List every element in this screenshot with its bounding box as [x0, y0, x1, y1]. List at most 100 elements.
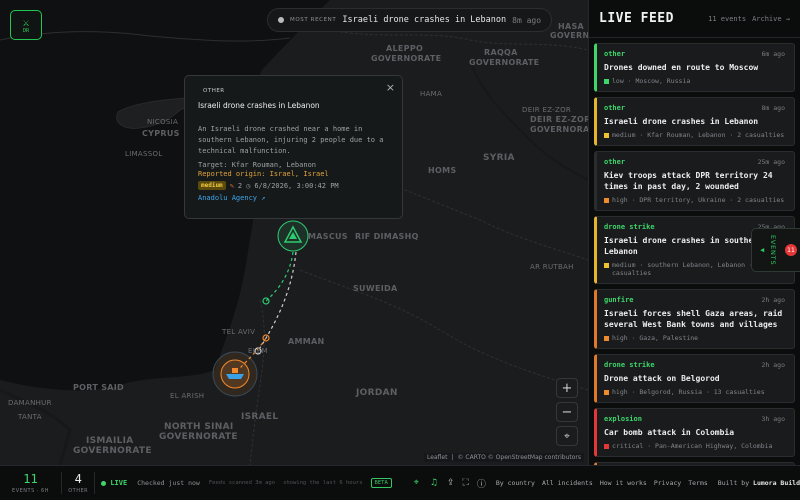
close-icon[interactable]: ×	[386, 81, 395, 94]
map-label-port-said: PORT SAID	[73, 383, 124, 392]
card-title: Kiev troops attack DPR territory 24 time…	[604, 171, 773, 191]
recent-dot-icon	[278, 17, 284, 23]
events-badge: 11	[785, 244, 797, 256]
feed-card[interactable]: other 25m ago Kiev troops attack DPR terri…	[594, 151, 795, 211]
card-title: Israeli drone crashes in Lebanon	[604, 117, 759, 126]
map-label-syria: SYRIA	[483, 153, 515, 163]
popup-description: An Israeli drone crashed near a home in …	[198, 125, 384, 155]
card-category: drone strike	[604, 361, 655, 369]
feed-card[interactable]: other 8m ago Israeli drone crashes in Leba…	[594, 97, 795, 146]
popup-source-link[interactable]: Anadolu Agency ↗	[198, 194, 389, 202]
popup-target: Target: Kfar Rouman, Lebanon	[198, 161, 317, 169]
map-label-israel: ISRAEL	[241, 412, 279, 422]
footer-link-terms[interactable]: Terms	[688, 479, 708, 487]
map-label-nicosia: NICOSIA	[147, 118, 179, 126]
map-label-hama: HAMA	[420, 90, 443, 98]
logo-button[interactable]: ⚔ DR	[10, 10, 42, 40]
feed-card[interactable]: gunfire 2h ago Israeli forces shell Gaza a…	[594, 289, 795, 349]
card-category: explosion	[604, 415, 642, 423]
card-category: other	[604, 104, 626, 112]
events-tab-label: EVENTS	[769, 235, 777, 266]
zoom-in-button[interactable]: +	[556, 378, 578, 398]
card-meta-text: high · DPR territory, Ukraine · 2 casual…	[612, 196, 785, 204]
share-icon[interactable]: ⇪	[447, 478, 455, 488]
feed-card[interactable]: drone strike 2h ago Drone attack on Belgor…	[594, 354, 795, 403]
osm-link[interactable]: © OpenStreetMap contributors	[488, 454, 581, 461]
built-by: Built by Lumora Build	[718, 479, 800, 487]
map-label-hasa: HASA	[558, 22, 585, 31]
event-popup: OTHER × Israeli drone crashes in Lebanon…	[184, 75, 403, 219]
severity-icon	[604, 78, 609, 84]
map-label-ar-rutbah: Ar Rutbah	[530, 263, 574, 271]
event-count: 11 events	[708, 14, 747, 23]
built-by-prefix: Built by	[717, 479, 750, 487]
popup-datetime: 6/8/2026, 3:00:42 PM	[254, 181, 339, 190]
map-label-raqqa: RAQQA	[484, 48, 518, 57]
events-tab[interactable]: ◀ EVENTS 11	[751, 228, 800, 272]
footer-link-all-incidents[interactable]: All incidents	[542, 479, 593, 487]
map-label-jerusalem: ELEM	[248, 347, 268, 355]
feeds-status: Feeds scanned 3m ago	[208, 480, 276, 486]
map-label-damanhur: Damanhur	[8, 399, 52, 407]
live-label: LIVE	[110, 479, 128, 487]
severity-icon	[604, 262, 609, 268]
map-basemap	[0, 0, 588, 465]
footer-link-how-it-works[interactable]: How it works	[600, 479, 647, 487]
footer-link-privacy[interactable]: Privacy	[654, 479, 681, 487]
map-label-north-sinai-1: NORTH SINAI	[164, 422, 234, 432]
map[interactable]: HASA GOVERN ALEPPO GOVERNORATE RAQQA GOV…	[0, 0, 588, 465]
most-recent-pill[interactable]: MOST RECENT Israeli drone crashes in Leb…	[267, 8, 553, 32]
map-attribution: Leaflet | © CARTO © OpenStreetMap contribu…	[424, 453, 584, 462]
card-meta-text: high · Gaza, Palestine	[612, 334, 699, 342]
crosshair-icon[interactable]: ⌖	[414, 478, 419, 488]
card-title: Drones downed en route to Moscow	[604, 63, 759, 72]
map-label-tanta: Tanta	[18, 413, 42, 421]
card-meta: low · Moscow, Russia	[604, 77, 786, 85]
feed-card[interactable]: other 6m ago Drones downed en route to Mos…	[594, 43, 795, 92]
severity-badge: medium	[198, 181, 226, 190]
info-icon[interactable]: ⓘ	[477, 477, 486, 490]
crosshair-icon[interactable]: ⌖	[556, 426, 578, 446]
carto-link[interactable]: © CARTO	[458, 454, 486, 461]
map-label-governorate-tr: GOVERN	[550, 31, 588, 40]
card-ago: 25m ago	[757, 158, 785, 166]
map-label-cyprus: CYPRUS	[142, 129, 180, 138]
card-meta: critical · Pan-American Highway, Colombi…	[604, 442, 786, 450]
severity-icon	[604, 197, 609, 203]
map-label-aleppo-gov: GOVERNORATE	[371, 54, 442, 63]
live-dot-icon	[101, 480, 107, 486]
card-category: gunfire	[604, 296, 634, 304]
sidebar-header: LIVE FEED 11 events Archive →	[589, 0, 800, 38]
casualty-icon: ✎	[229, 181, 234, 190]
fullscreen-icon[interactable]: ⛶	[463, 478, 469, 488]
popup-category: OTHER	[203, 88, 225, 94]
events-count: 11	[23, 471, 38, 486]
card-ago: 3h ago	[761, 415, 785, 423]
checked-status: Checked just now	[137, 479, 200, 487]
built-by-link[interactable]: Lumora Build	[753, 479, 800, 487]
card-ago: 2h ago	[761, 361, 785, 369]
footer-link-by-country[interactable]: By country	[496, 479, 535, 487]
map-label-tel-aviv: TEL AVIV	[222, 328, 256, 336]
bell-icon[interactable]: ♫	[430, 478, 438, 488]
sidebar-title: LIVE FEED	[599, 11, 674, 26]
zoom-out-button[interactable]: −	[556, 402, 578, 422]
popup-meta: medium ✎ 2 ◷ 6/8/2026, 3:00:42 PM	[198, 181, 389, 190]
popup-title: Israeli drone crashes in Lebanon	[198, 101, 320, 110]
archive-link[interactable]: Archive →	[752, 15, 790, 23]
live-indicator: LIVE	[101, 479, 127, 487]
card-meta-text: medium · Kfar Rouman, Lebanon · 2 casual…	[612, 131, 785, 139]
map-label-deir-gov1: DEIR EZ-ZOR	[530, 115, 588, 124]
other-label: OTHER	[68, 487, 89, 494]
card-meta-text: low · Moscow, Russia	[612, 77, 691, 85]
events-label: EVENTS · 6H	[12, 487, 49, 494]
map-label-north-sinai-2: GOVERNORATE	[159, 432, 238, 442]
other-stat: 4 OTHER	[62, 466, 94, 500]
caret-left-icon: ◀	[760, 246, 765, 254]
most-recent-title: Israeli drone crashes in Lebanon	[342, 15, 507, 25]
leaflet-link[interactable]: Leaflet	[427, 454, 447, 461]
severity-icon	[604, 389, 609, 395]
events-stat: 11 EVENTS · 6H	[0, 466, 61, 500]
feed-card[interactable]: explosion 3h ago Car bomb attack in Colomb…	[594, 408, 795, 457]
card-category: other	[604, 50, 626, 58]
